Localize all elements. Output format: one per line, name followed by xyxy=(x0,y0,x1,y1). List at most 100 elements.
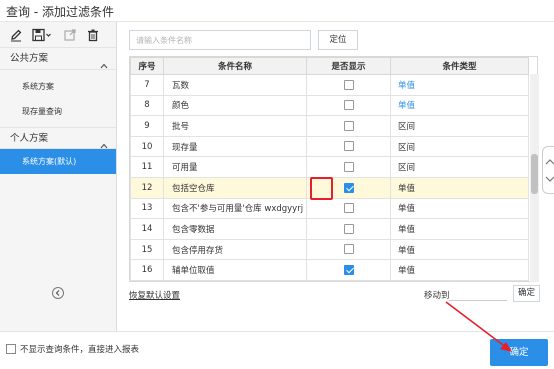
row-number: 16 xyxy=(130,259,164,281)
condition-type[interactable]: 区间 xyxy=(390,135,529,158)
condition-name: 瓦数 xyxy=(163,74,307,96)
save-icon[interactable] xyxy=(31,27,53,43)
condition-type-value[interactable]: 单值 xyxy=(398,184,415,194)
confirm-button[interactable]: 确定 xyxy=(490,339,548,366)
show-checkbox[interactable] xyxy=(343,203,354,214)
table-row[interactable]: 8 颜色 单值 xyxy=(130,94,529,117)
row-number: 9 xyxy=(130,115,164,137)
delete-icon[interactable] xyxy=(85,27,101,43)
show-checkbox[interactable] xyxy=(343,264,354,275)
condition-type[interactable]: 区间 xyxy=(390,156,529,178)
condition-type-value[interactable]: 单值 xyxy=(398,246,415,256)
show-checkbox[interactable] xyxy=(343,182,354,193)
show-cell xyxy=(306,74,391,96)
condition-name: 包含零数据 xyxy=(163,218,307,240)
row-number: 12 xyxy=(130,176,164,199)
condition-name: 现存量 xyxy=(163,135,307,158)
row-number: 13 xyxy=(130,197,164,220)
scheme-item-system-default[interactable]: 系统方案(默认) xyxy=(0,149,116,174)
row-number: 8 xyxy=(130,94,164,117)
personal-scheme-header[interactable]: 个人方案 xyxy=(0,127,116,149)
condition-type-value[interactable]: 区间 xyxy=(398,163,415,173)
show-checkbox[interactable] xyxy=(343,141,354,152)
condition-type[interactable]: 单值 xyxy=(390,94,529,117)
condition-search-input[interactable] xyxy=(129,30,311,50)
header-type[interactable]: 条件类型 xyxy=(390,57,529,75)
table-row[interactable]: 16 辅单位取值 单值 xyxy=(130,259,529,281)
show-cell xyxy=(306,115,391,137)
table-row[interactable]: 7 瓦数 单值 xyxy=(130,74,529,96)
move-to-input[interactable] xyxy=(449,285,507,301)
condition-name: 可用量 xyxy=(163,156,307,178)
scheme-toolbar xyxy=(0,22,116,48)
dialog-title: 查询 - 添加过滤条件 xyxy=(6,5,114,19)
show-checkbox[interactable] xyxy=(343,161,354,172)
condition-name: 颜色 xyxy=(163,94,307,117)
edit-icon[interactable] xyxy=(8,27,24,43)
grid-scrollbar[interactable] xyxy=(530,74,539,282)
table-row[interactable]: 9 批号 区间 xyxy=(130,115,529,137)
condition-grid: 序号 条件名称 是否显示 条件类型 7 瓦数 单值 8 颜色 单值 9 批号 区间 10 现存量 区间… xyxy=(129,56,538,282)
show-checkbox[interactable] xyxy=(343,100,354,111)
condition-type[interactable]: 单值 xyxy=(390,218,529,240)
table-row[interactable]: 14 包含零数据 单值 xyxy=(130,218,529,240)
condition-name: 包含停用存货 xyxy=(163,238,307,261)
show-cell xyxy=(306,218,391,240)
row-number: 15 xyxy=(130,238,164,261)
row-number: 7 xyxy=(130,74,164,96)
condition-type-value[interactable]: 区间 xyxy=(398,122,415,132)
chevron-up-icon xyxy=(100,136,108,149)
table-row[interactable]: 15 包含停用存货 单值 xyxy=(130,238,529,261)
row-number: 14 xyxy=(130,218,164,240)
skip-conditions-label: 不显示查询条件，直接进入报表 xyxy=(20,345,140,355)
condition-name: 辅单位取值 xyxy=(163,259,307,281)
show-checkbox[interactable] xyxy=(343,244,354,255)
condition-type[interactable]: 区间 xyxy=(390,115,529,137)
scrollbar-thumb[interactable] xyxy=(531,154,538,194)
table-row[interactable]: 11 可用量 区间 xyxy=(130,156,529,178)
show-cell xyxy=(306,197,391,220)
public-scheme-header[interactable]: 公共方案 xyxy=(0,48,116,70)
header-name[interactable]: 条件名称 xyxy=(163,57,307,75)
condition-type-value[interactable]: 单值 xyxy=(398,266,415,276)
side-handle[interactable] xyxy=(542,146,554,194)
move-confirm-button[interactable]: 确定 xyxy=(513,285,540,302)
header-show[interactable]: 是否显示 xyxy=(306,57,391,75)
row-number: 10 xyxy=(130,135,164,158)
header-no[interactable]: 序号 xyxy=(130,57,164,75)
table-row[interactable]: 13 包含不'参与可用量'仓库 wxdgyyrj 单值 xyxy=(130,197,529,220)
locate-button[interactable]: 定位 xyxy=(318,30,358,50)
table-row[interactable]: 10 现存量 区间 xyxy=(130,135,529,158)
dialog-footer: 不显示查询条件，直接进入报表 xyxy=(0,331,554,369)
scheme-item-system[interactable]: 系统方案 xyxy=(0,74,116,99)
condition-type-value[interactable]: 区间 xyxy=(398,143,415,153)
condition-type-value[interactable]: 单值 xyxy=(398,225,415,235)
show-cell xyxy=(306,238,391,261)
condition-type-value[interactable]: 单值 xyxy=(398,81,415,91)
scheme-item-stock-query[interactable]: 现存量查询 xyxy=(0,99,116,124)
scheme-sidebar: 公共方案 系统方案 现存量查询 个人方案 系统方案(默认) xyxy=(0,22,117,331)
show-checkbox[interactable] xyxy=(343,223,354,234)
condition-type-value[interactable]: 单值 xyxy=(398,204,415,214)
restore-defaults-link[interactable]: 恢复默认设置 xyxy=(129,289,180,301)
row-number: 11 xyxy=(130,156,164,178)
public-scheme-label: 公共方案 xyxy=(10,53,49,64)
condition-type[interactable]: 单值 xyxy=(390,176,529,199)
export-icon[interactable] xyxy=(62,27,78,43)
condition-type[interactable]: 单值 xyxy=(390,259,529,281)
personal-scheme-label: 个人方案 xyxy=(10,133,49,144)
show-cell xyxy=(306,156,391,178)
skip-conditions-checkbox[interactable] xyxy=(6,344,16,354)
condition-type[interactable]: 单值 xyxy=(390,197,529,220)
condition-name: 包括空仓库 xyxy=(163,176,307,199)
condition-type-value[interactable]: 单值 xyxy=(398,101,415,111)
condition-type[interactable]: 单值 xyxy=(390,74,529,96)
condition-type[interactable]: 单值 xyxy=(390,238,529,261)
grid-header-row: 序号 条件名称 是否显示 条件类型 xyxy=(130,57,529,75)
show-cell xyxy=(306,259,391,281)
move-to-label: 移动到 xyxy=(424,291,450,301)
show-checkbox[interactable] xyxy=(343,79,354,90)
show-cell xyxy=(306,94,391,117)
show-checkbox[interactable] xyxy=(343,120,354,131)
collapse-sidebar-icon[interactable] xyxy=(52,287,64,299)
